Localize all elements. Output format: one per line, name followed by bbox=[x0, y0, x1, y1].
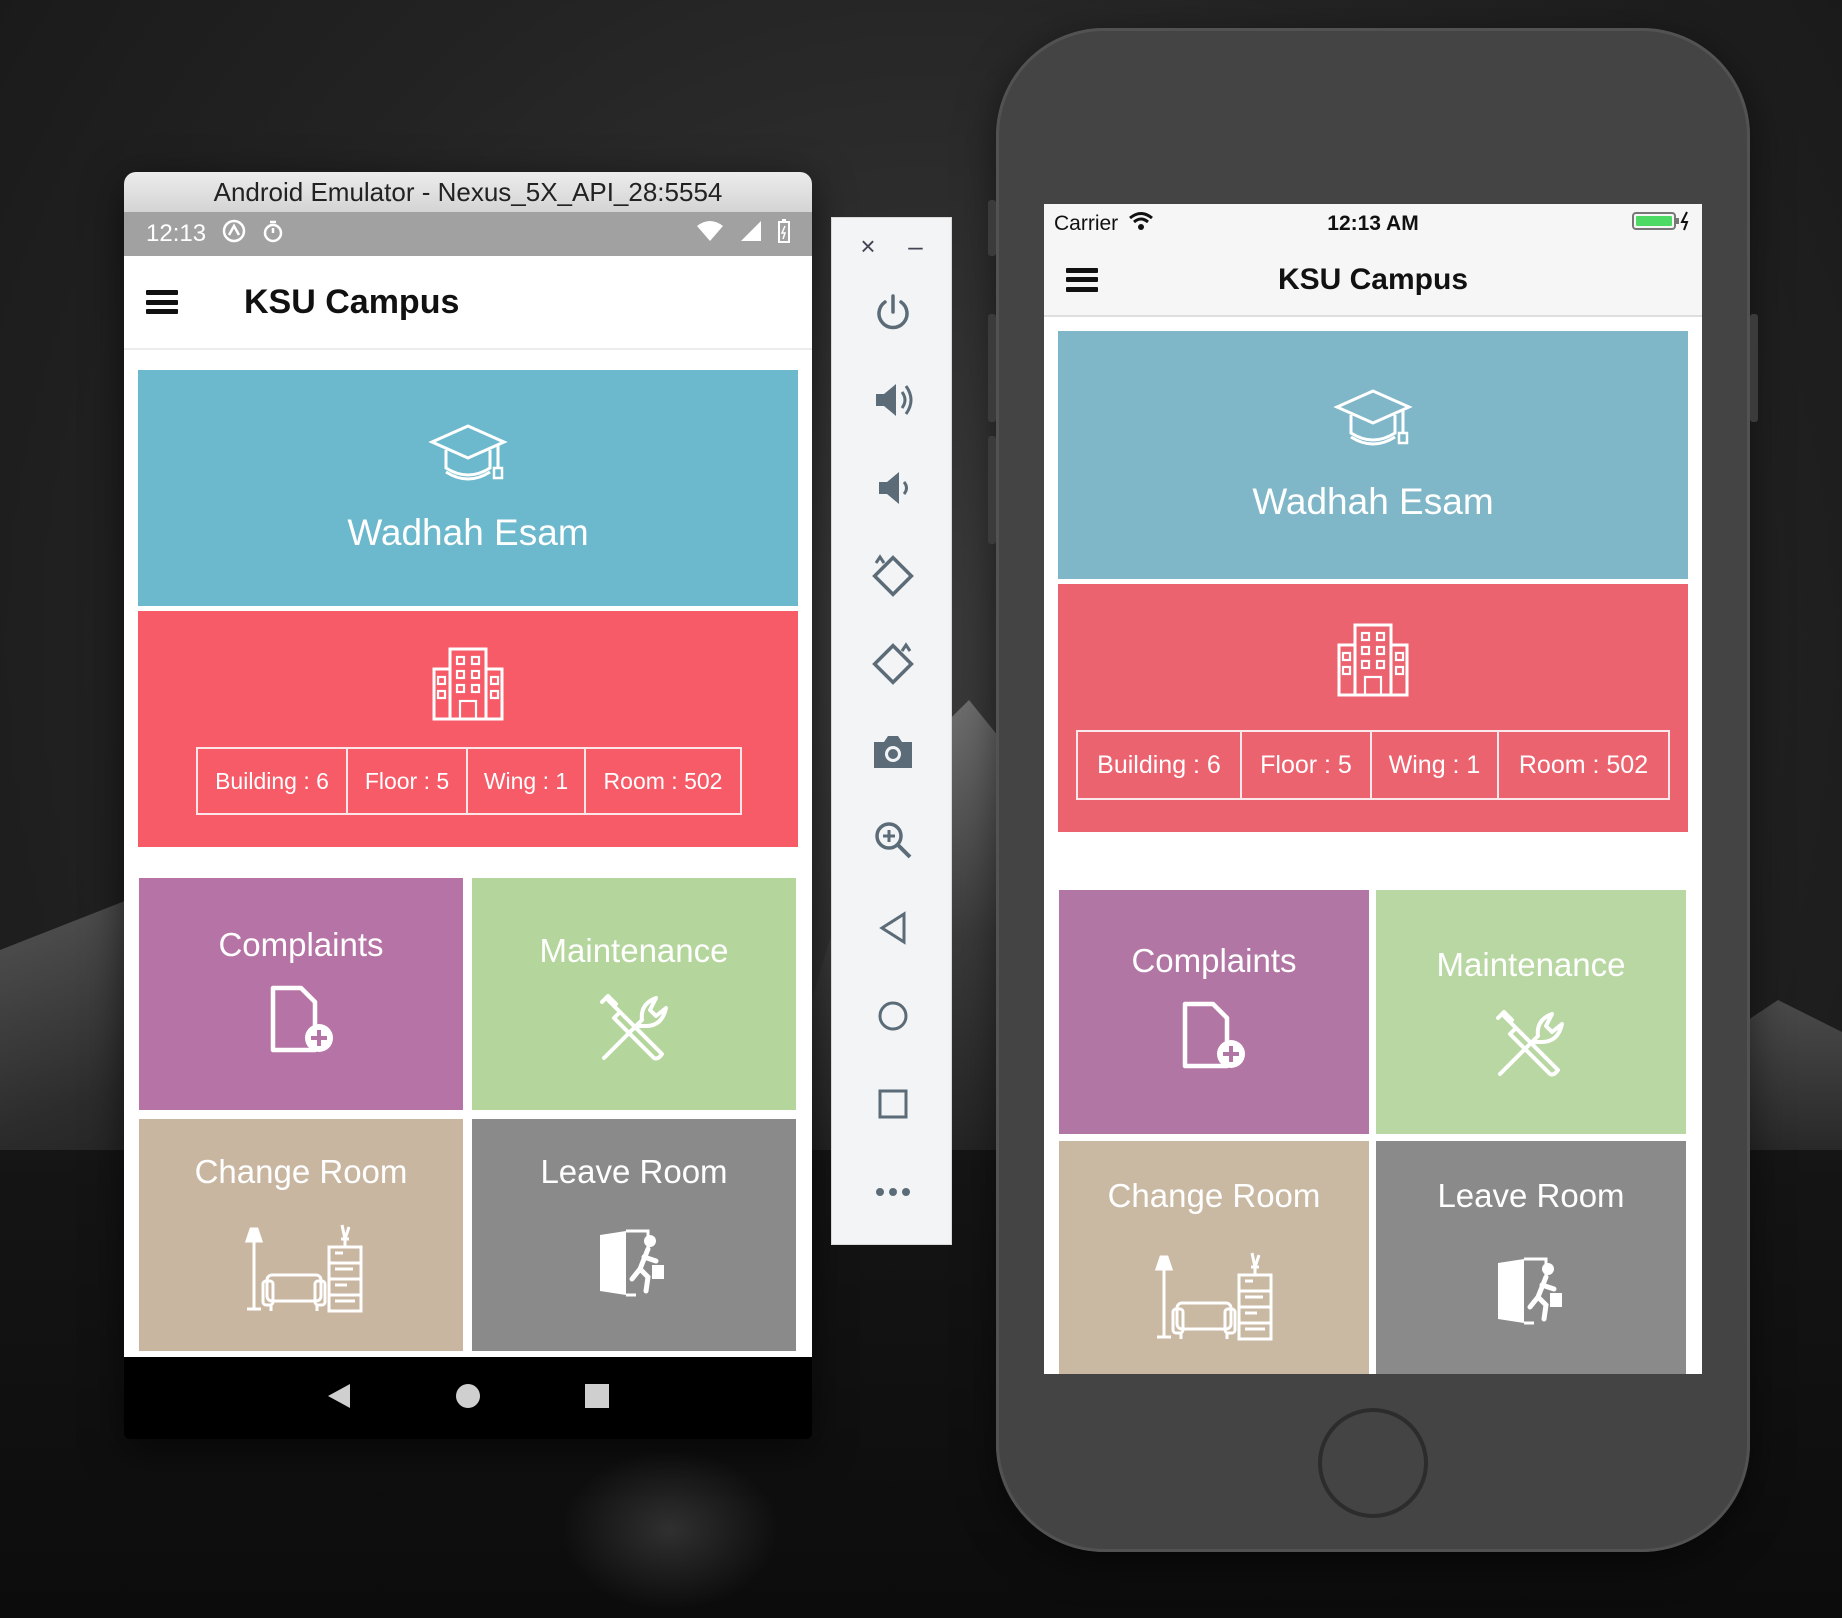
app-header: KSU Campus bbox=[1044, 244, 1702, 317]
complaints-tile[interactable]: Complaints bbox=[1059, 890, 1369, 1134]
graduation-cap-icon bbox=[428, 420, 508, 495]
profile-card[interactable]: Wadhah Esam bbox=[138, 370, 798, 606]
complaints-label: Complaints bbox=[218, 926, 384, 963]
add-document-icon bbox=[1179, 1000, 1251, 1077]
minimize-icon[interactable]: – bbox=[908, 231, 922, 262]
power-key bbox=[1750, 314, 1758, 422]
building-number: Building : 6 bbox=[198, 749, 348, 813]
signal-icon bbox=[740, 220, 762, 249]
building-icon bbox=[428, 645, 508, 728]
leave-room-label: Leave Room bbox=[540, 1153, 728, 1190]
close-icon[interactable]: × bbox=[860, 231, 875, 262]
battery-icon bbox=[778, 218, 790, 250]
exit-door-icon bbox=[1494, 1255, 1566, 1332]
rotate-right-icon[interactable] bbox=[832, 636, 953, 692]
profile-name: Wadhah Esam bbox=[1252, 481, 1494, 522]
zoom-icon[interactable] bbox=[832, 812, 953, 868]
battery-icon bbox=[1632, 210, 1692, 238]
room-info-row: Building : 6 Floor : 5 Wing : 1 Room : 5… bbox=[1076, 730, 1670, 800]
add-document-icon bbox=[267, 984, 339, 1061]
toolbar-window-controls: × – bbox=[832, 218, 951, 274]
timer-icon bbox=[262, 219, 284, 250]
leave-room-tile[interactable]: Leave Room bbox=[472, 1119, 796, 1351]
exit-door-icon bbox=[596, 1227, 668, 1304]
leave-room-label: Leave Room bbox=[1437, 1177, 1625, 1214]
maintenance-tile[interactable]: Maintenance bbox=[472, 878, 796, 1110]
android-navigation-bar bbox=[124, 1357, 812, 1439]
furniture-icon bbox=[1153, 1247, 1275, 1348]
building-number: Building : 6 bbox=[1078, 732, 1242, 798]
wifi-icon bbox=[1128, 211, 1154, 237]
ios-app-screen: Carrier 12:13 AM KSU Campus Wadhah Esam … bbox=[1044, 204, 1702, 1374]
profile-card[interactable]: Wadhah Esam bbox=[1058, 331, 1688, 579]
emulator-toolbar: × – bbox=[831, 217, 952, 1245]
emulator-title: Android Emulator - Nexus_5X_API_28:5554 bbox=[124, 172, 812, 212]
ios-status-bar: Carrier 12:13 AM bbox=[1044, 204, 1702, 244]
app-title: KSU Campus bbox=[1277, 262, 1469, 296]
android-status-bar: 12:13 bbox=[124, 212, 812, 256]
change-room-label: Change Room bbox=[194, 1153, 408, 1190]
wifi-icon bbox=[696, 220, 724, 249]
floor-number: Floor : 5 bbox=[348, 749, 468, 813]
android-app-screen: KSU Campus Wadhah Esam Building: 6 Floo… bbox=[124, 256, 812, 1357]
back-icon[interactable] bbox=[832, 900, 953, 956]
floor-number: Floor : 5 bbox=[1242, 732, 1372, 798]
home-icon[interactable] bbox=[832, 988, 953, 1044]
change-room-label: Change Room bbox=[1107, 1177, 1321, 1214]
maintenance-tile[interactable]: Maintenance bbox=[1376, 890, 1686, 1134]
iphone-home-button[interactable] bbox=[1318, 1408, 1428, 1518]
maintenance-label: Maintenance bbox=[539, 932, 729, 969]
mute-switch bbox=[988, 200, 996, 256]
leave-room-tile[interactable]: Leave Room bbox=[1376, 1141, 1686, 1374]
volume-down-icon[interactable] bbox=[832, 460, 953, 516]
carrier-label: Carrier bbox=[1054, 212, 1119, 235]
overview-icon[interactable] bbox=[584, 1383, 610, 1414]
volume-up-key bbox=[988, 314, 996, 422]
wing-number: Wing : 1 bbox=[1372, 732, 1499, 798]
volume-up-icon[interactable] bbox=[832, 372, 953, 428]
app-title: KSU Campus bbox=[244, 282, 460, 321]
overview-icon[interactable] bbox=[832, 1076, 953, 1132]
room-info-card: Building : 6 Floor : 5 Wing : 1 Room : 5… bbox=[138, 611, 798, 847]
camera-icon[interactable] bbox=[832, 724, 953, 780]
complaints-label: Complaints bbox=[1131, 942, 1297, 979]
profile-name: Wadhah Esam bbox=[347, 512, 589, 553]
menu-icon[interactable] bbox=[146, 290, 178, 314]
furniture-icon bbox=[243, 1219, 365, 1320]
wing-number: Wing : 1 bbox=[468, 749, 586, 813]
power-icon[interactable] bbox=[832, 284, 953, 340]
notification-icon bbox=[222, 219, 246, 250]
maintenance-label: Maintenance bbox=[1436, 946, 1626, 983]
tools-icon bbox=[596, 990, 672, 1071]
tools-icon bbox=[1492, 1006, 1568, 1087]
rotate-left-icon[interactable] bbox=[832, 548, 953, 604]
back-icon[interactable] bbox=[326, 1382, 352, 1415]
android-emulator-window: Android Emulator - Nexus_5X_API_28:5554 … bbox=[124, 172, 812, 1439]
iphone-simulator: Carrier 12:13 AM KSU Campus Wadhah Esam … bbox=[988, 28, 1758, 1552]
status-time: 12:13 bbox=[146, 220, 207, 247]
room-number: Room : 502 bbox=[603, 767, 723, 794]
more-icon[interactable] bbox=[832, 1164, 953, 1220]
home-icon[interactable] bbox=[455, 1383, 481, 1414]
graduation-cap-icon bbox=[1333, 385, 1413, 460]
room-info-card: Building : 6 Floor : 5 Wing : 1 Room : 5… bbox=[1058, 584, 1688, 832]
complaints-tile[interactable]: Complaints bbox=[139, 878, 463, 1110]
app-header: KSU Campus bbox=[124, 256, 812, 350]
room-number: Room : 502 bbox=[1518, 750, 1649, 779]
room-info-row: Building : 6 Floor : 5 Wing : 1 Room : 5… bbox=[196, 747, 742, 815]
change-room-tile[interactable]: Change Room bbox=[1059, 1141, 1369, 1374]
change-room-tile[interactable]: Change Room bbox=[139, 1119, 463, 1351]
building-icon bbox=[1333, 620, 1413, 705]
volume-down-key bbox=[988, 436, 996, 544]
